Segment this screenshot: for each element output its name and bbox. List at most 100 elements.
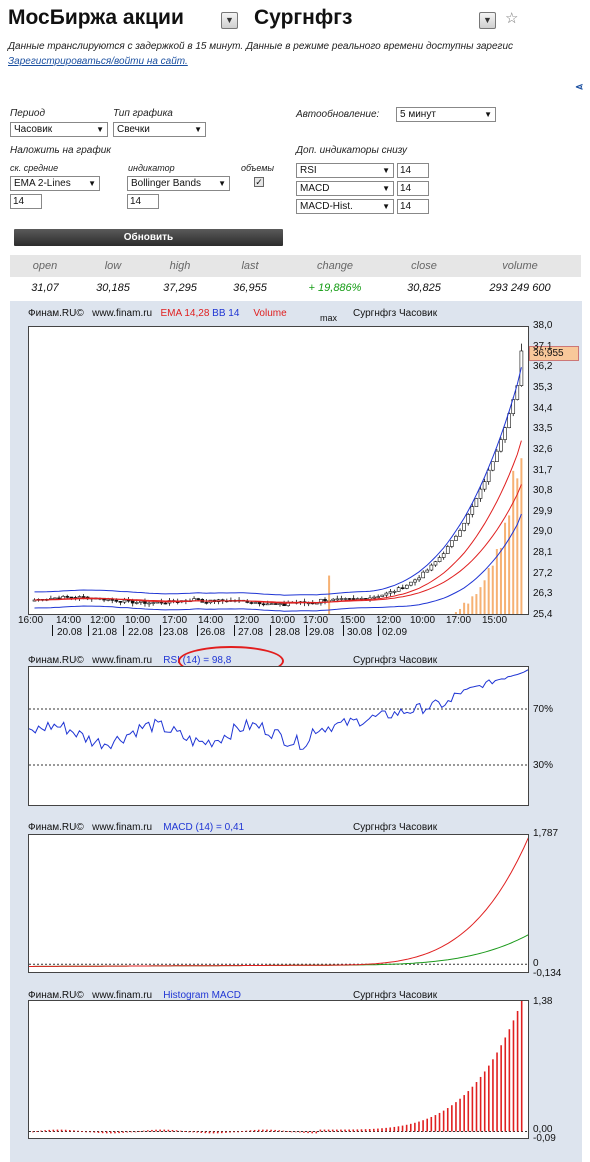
hist-bar (430, 1116, 433, 1132)
macd-chart-plot[interactable] (28, 834, 529, 973)
price-x-time: 12:00 (376, 615, 402, 626)
price-x-date: 02.09 (382, 627, 408, 638)
hist-bar (188, 1131, 190, 1133)
ma-label: ск. средние (10, 163, 59, 173)
hist-bar (434, 1115, 437, 1132)
candle-body (490, 461, 495, 471)
rsi-chart-plot[interactable] (28, 666, 529, 806)
autorefresh-label: Автообновление: (296, 109, 380, 120)
hist-bar (385, 1127, 387, 1132)
candle-body (429, 564, 434, 571)
extra-indicator-period-1[interactable]: 14 (397, 163, 429, 178)
hist-bar (233, 1131, 235, 1133)
hist-bar (488, 1065, 490, 1132)
candle-body (204, 602, 209, 604)
hist-bar (56, 1129, 59, 1132)
hist-bar (40, 1130, 42, 1132)
update-button[interactable]: Обновить (14, 229, 283, 246)
candle-body (331, 598, 335, 601)
candle-body (499, 439, 503, 452)
price-x-separator (270, 625, 271, 636)
register-link[interactable]: Зарегистрироваться/войти на сайт. (8, 56, 188, 67)
price-y-tick: 37,1 (533, 340, 553, 352)
hist-bar (32, 1131, 34, 1133)
hist-bar (245, 1130, 248, 1132)
hist-bar (323, 1129, 326, 1132)
candle-body (196, 598, 200, 600)
candle-body (335, 598, 340, 601)
quote-header-last: last (241, 260, 259, 272)
price-x-date: 28.08 (275, 627, 301, 638)
hist-chart-plot[interactable] (28, 1000, 529, 1139)
volume-bar (467, 603, 470, 614)
price-x-separator (234, 625, 235, 636)
macd-chart-title: Сургнфгз Часовик (353, 822, 438, 833)
candle-body (503, 427, 507, 440)
candle-body (388, 591, 393, 594)
candle-body (384, 592, 389, 596)
hist-bar (471, 1086, 474, 1132)
candle-body (450, 540, 454, 547)
candle-body (106, 599, 110, 601)
candle-body (253, 602, 258, 604)
rsi-level-high: 70% (533, 704, 554, 715)
price-y-tick: 27,2 (533, 567, 553, 579)
candle-body (339, 598, 344, 600)
hist-bar (118, 1131, 120, 1134)
chart-type-select[interactable]: Свечки ▼ (113, 122, 206, 137)
extra-indicator-period-3[interactable]: 14 (397, 199, 429, 214)
candle-body (351, 598, 356, 600)
extra-indicator-select-2[interactable]: MACD ▼ (296, 181, 394, 196)
hist-bar (414, 1122, 416, 1132)
indicator-select[interactable]: Bollinger Bands ▼ (127, 176, 230, 191)
hist-bar (377, 1128, 379, 1132)
price-chart-plot[interactable] (28, 326, 529, 615)
hist-bar (167, 1129, 170, 1132)
volume-bar (483, 580, 486, 614)
price-x-time: 14:00 (198, 615, 224, 626)
market-dropdown-button[interactable]: ▼ (221, 12, 238, 29)
candle-body (151, 602, 155, 604)
candle-body (441, 553, 446, 558)
price-y-tick: 29,9 (533, 505, 553, 517)
hist-bar (48, 1129, 51, 1132)
ma-period-input[interactable]: 14 (10, 194, 42, 209)
hist-bar (327, 1129, 330, 1132)
extra-indicator-select-1[interactable]: RSI ▼ (296, 163, 394, 178)
hist-bar (73, 1130, 75, 1132)
macd-signal-line (29, 934, 528, 967)
extra-indicator-select-3[interactable]: MACD-Hist. ▼ (296, 199, 394, 214)
hist-bar (496, 1052, 498, 1132)
price-x-date: 21.08 (92, 627, 118, 638)
hist-bar (303, 1131, 305, 1133)
hist-bar (220, 1131, 223, 1134)
volumes-checkbox[interactable]: ✓ (254, 177, 264, 187)
candle-body (405, 584, 409, 589)
ticker-dropdown-button[interactable]: ▼ (479, 12, 496, 29)
share-icon[interactable]: ⋖ (575, 82, 583, 93)
autorefresh-select[interactable]: 5 минут ▼ (396, 107, 496, 122)
period-select[interactable]: Часовик ▼ (10, 122, 108, 137)
price-x-date: 27.08 (238, 627, 264, 638)
rsi-chart-svg (29, 669, 528, 766)
price-chart-source: Финам.RU© (28, 308, 84, 319)
extra-indicator-period-2[interactable]: 14 (397, 181, 429, 196)
candle-body (53, 597, 57, 600)
candle-body (65, 596, 70, 598)
hist-bar (192, 1131, 194, 1133)
hist-bar (110, 1131, 112, 1134)
candle-body (257, 602, 262, 605)
indicator-period-input[interactable]: 14 (127, 194, 159, 209)
rsi-level-low: 30% (533, 760, 554, 771)
favorite-star-icon[interactable]: ☆ (505, 9, 518, 27)
candle-body (134, 602, 139, 604)
hist-bar (451, 1105, 453, 1132)
ma-select[interactable]: EMA 2-Lines ▼ (10, 176, 100, 191)
hist-bar (101, 1131, 104, 1134)
macd-chart-source: Финам.RU© (28, 822, 84, 833)
hist-bar (237, 1131, 240, 1133)
hist-bar (442, 1110, 445, 1132)
hist-bar (364, 1129, 367, 1132)
hist-bar (179, 1130, 182, 1132)
hist-bar (459, 1098, 461, 1132)
